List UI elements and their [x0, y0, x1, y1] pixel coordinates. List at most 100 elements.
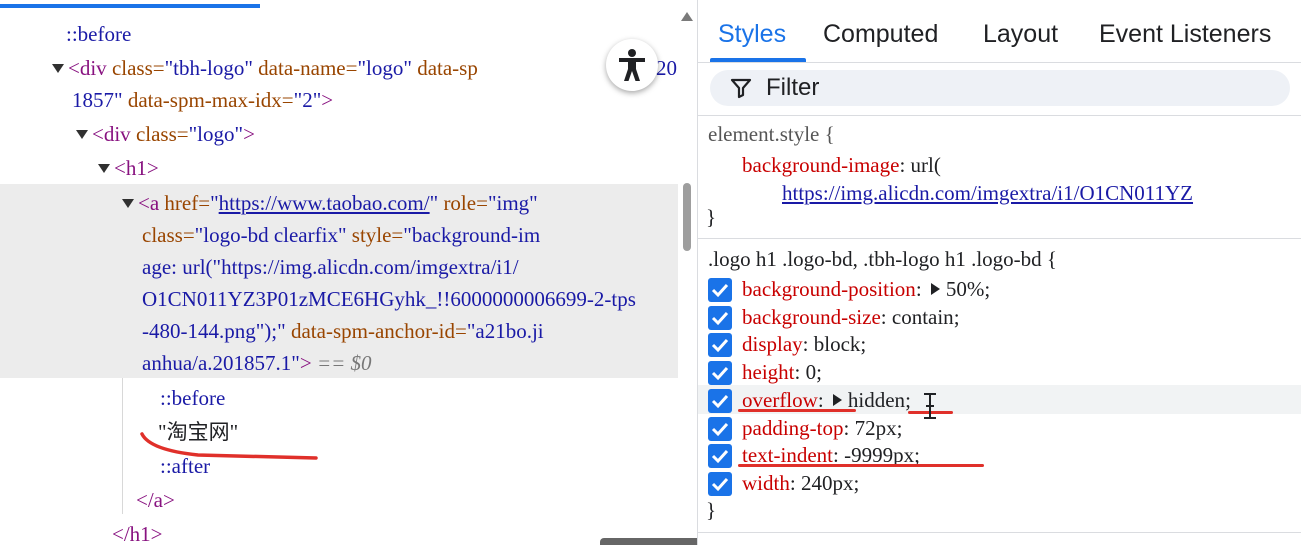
filter-icon: [730, 78, 752, 99]
declaration-checkbox[interactable]: [708, 389, 732, 413]
attr-value: "logo-bd clearfix": [194, 223, 347, 247]
div-tbh-logo-node-cont[interactable]: 1857" data-spm-max-idx="2">: [72, 84, 333, 116]
attr-value: -480-144.png");": [142, 319, 286, 343]
expand-triangle-icon[interactable]: [832, 394, 842, 407]
a-node-selected[interactable]: <a href="https://www.taobao.com/" role="…: [122, 187, 538, 219]
rule-selector[interactable]: .logo h1 .logo-bd, .tbh-logo h1 .logo-bd…: [708, 245, 1057, 273]
css-value[interactable]: hidden: [848, 388, 905, 412]
css-declaration[interactable]: background-size: contain;: [742, 303, 960, 331]
declaration-checkbox[interactable]: [708, 333, 732, 357]
declaration-checkbox[interactable]: [708, 306, 732, 330]
attr-value-tail: 20: [656, 52, 677, 84]
attr-value: 1857": [72, 88, 123, 112]
css-declaration[interactable]: width: 240px;: [742, 469, 859, 497]
attr-value: "logo": [188, 122, 244, 146]
tag-bracket: >: [321, 88, 334, 112]
attr-name: role=: [443, 191, 488, 215]
css-value[interactable]: contain: [892, 305, 954, 329]
a-node-line3: age: url("https://img.alicdn.com/imgextr…: [142, 251, 519, 283]
css-property[interactable]: height: [742, 360, 795, 384]
attr-name: class=: [111, 56, 165, 80]
declaration-checkbox[interactable]: [708, 444, 732, 468]
tag-name: </h1>: [112, 522, 163, 545]
css-property[interactable]: padding-top: [742, 416, 843, 440]
css-property[interactable]: background-size: [742, 305, 881, 329]
a-node-line6: anhua/a.201857.1"> == $0: [142, 347, 372, 379]
tree-guide-line: [122, 378, 123, 514]
a-node-line5: -480-144.png");" data-spm-anchor-id="a21…: [142, 315, 544, 347]
elements-scrollbar[interactable]: [678, 18, 697, 545]
tab-event-listeners[interactable]: Event Listeners: [1099, 20, 1271, 49]
a-closing-tag[interactable]: </a>: [136, 484, 175, 516]
rule-close: }: [706, 498, 717, 522]
div-tbh-logo-node[interactable]: <div class="tbh-logo" data-name="logo" d…: [52, 52, 478, 84]
css-declaration[interactable]: background-position: 50%;: [742, 275, 990, 303]
accessibility-button[interactable]: [606, 39, 658, 91]
css-property[interactable]: width: [742, 471, 790, 495]
href-link[interactable]: https://www.taobao.com/: [219, 191, 430, 215]
css-declaration[interactable]: padding-top: 72px;: [742, 414, 902, 442]
css-value[interactable]: block: [814, 332, 861, 356]
element-style-url[interactable]: https://img.alicdn.com/imgextra/i1/O1CN0…: [782, 179, 1193, 207]
checkbox-checked-icon: [711, 338, 729, 353]
declaration-checkbox[interactable]: [708, 472, 732, 496]
attr-value: O1CN011YZ3P01zMCE6HGyhk_!!6000000006699-…: [142, 287, 636, 311]
tag-bracket: >: [243, 122, 255, 146]
element-style-selector: element.style {: [708, 122, 835, 146]
elements-scrollbar-thumb[interactable]: [683, 183, 691, 251]
attr-value: "a21bo.ji: [466, 319, 544, 343]
sidebar-tabs: Styles Computed Layout Event Listeners: [698, 8, 1301, 63]
css-property[interactable]: background-image: [742, 153, 899, 177]
pseudo-before-node[interactable]: ::before: [160, 382, 225, 414]
css-value[interactable]: 50%: [946, 277, 985, 301]
attr-value: "tbh-logo": [164, 56, 253, 80]
red-annotation-underline: [738, 409, 856, 412]
declaration-checkbox[interactable]: [708, 361, 732, 385]
tab-layout[interactable]: Layout: [983, 20, 1058, 49]
attr-name: class=: [142, 223, 195, 247]
horizontal-scrollbar[interactable]: [600, 538, 697, 545]
declaration-checkbox[interactable]: [708, 278, 732, 302]
attr-value: "logo": [357, 56, 412, 80]
css-property[interactable]: display: [742, 332, 803, 356]
expand-triangle-icon[interactable]: [98, 163, 110, 173]
css-value[interactable]: 240px: [801, 471, 854, 495]
checkbox-checked-icon: [711, 311, 729, 326]
css-value[interactable]: 72px: [855, 416, 897, 440]
checkbox-checked-icon: [711, 422, 729, 437]
checkbox-checked-icon: [711, 366, 729, 381]
h1-closing-tag[interactable]: </h1>: [112, 518, 163, 545]
css-declaration[interactable]: height: 0;: [742, 358, 822, 386]
styles-filter-input[interactable]: Filter: [710, 70, 1290, 106]
scroll-up-arrow-icon[interactable]: [681, 12, 693, 21]
div-logo-node[interactable]: <div class="logo">: [76, 118, 255, 150]
text-cursor-icon: [924, 393, 936, 419]
css-value[interactable]: url(: [911, 153, 941, 177]
pseudo-before-node[interactable]: ::before: [66, 18, 131, 50]
checkbox-checked-icon: [711, 477, 729, 492]
expand-triangle-icon[interactable]: [76, 129, 88, 139]
attr-value: age: url("https://img.alicdn.com/imgextr…: [142, 255, 519, 279]
element-style-declaration[interactable]: background-image: url(: [742, 151, 941, 179]
expand-triangle-icon[interactable]: [52, 63, 64, 73]
attr-value: 20: [656, 56, 677, 80]
expand-triangle-icon[interactable]: [122, 198, 134, 208]
css-value[interactable]: 0: [806, 360, 817, 384]
expand-triangle-icon[interactable]: [930, 283, 940, 296]
pseudo-after-node[interactable]: ::after: [160, 450, 210, 482]
elements-toolbar-edge: [0, 0, 697, 8]
declaration-checkbox[interactable]: [708, 417, 732, 441]
background-image-link[interactable]: https://img.alicdn.com/imgextra/i1/O1CN0…: [782, 181, 1193, 205]
attr-value: ": [210, 191, 219, 215]
checkbox-checked-icon: [711, 394, 729, 409]
attr-name: data-name=: [258, 56, 358, 80]
attr-value: "img": [487, 191, 538, 215]
tab-styles[interactable]: Styles: [718, 20, 786, 49]
css-declaration[interactable]: display: block;: [742, 330, 866, 358]
red-annotation-underline: [738, 464, 984, 467]
tab-computed[interactable]: Computed: [823, 20, 938, 49]
section-divider: [698, 115, 1301, 116]
attr-name: data-spm-max-idx=: [127, 88, 294, 112]
h1-node[interactable]: <h1>: [98, 152, 159, 184]
css-property[interactable]: background-position: [742, 277, 916, 301]
